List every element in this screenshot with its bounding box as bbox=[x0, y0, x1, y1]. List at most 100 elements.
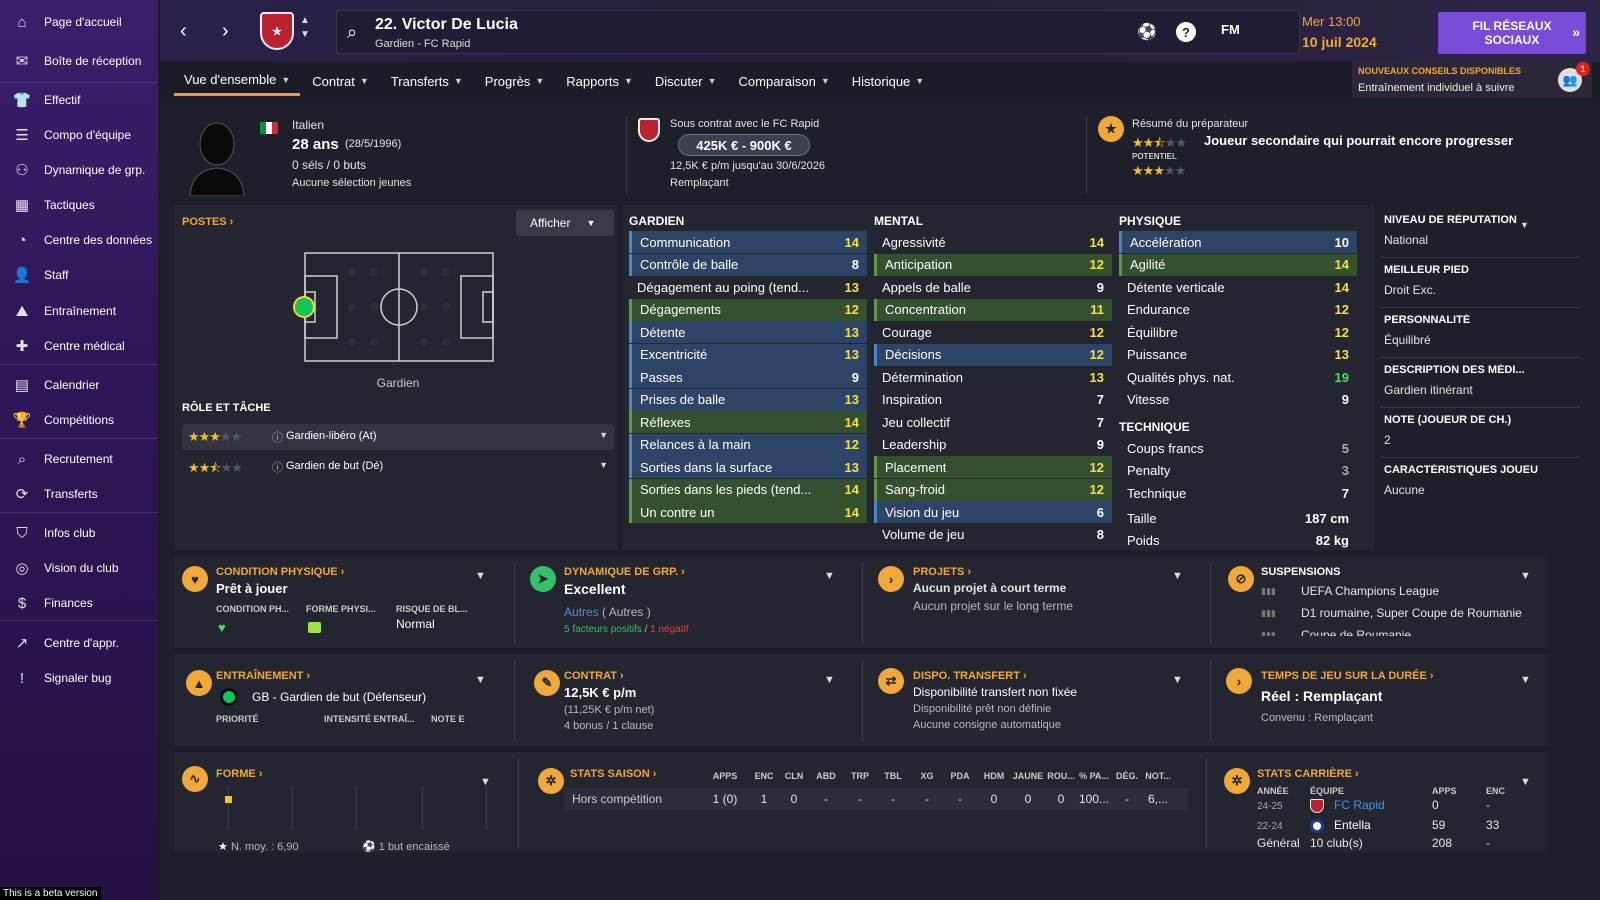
fm-menu-button[interactable]: FM bbox=[1221, 22, 1240, 37]
form-title[interactable]: FORME › bbox=[216, 768, 262, 780]
chevron-down-icon[interactable]: ▼ bbox=[1520, 674, 1531, 686]
search-icon[interactable]: ⌕ bbox=[347, 22, 357, 43]
attribute-row[interactable]: Vision du jeu 6 bbox=[874, 501, 1112, 523]
form-rating-point[interactable] bbox=[225, 796, 232, 803]
career-stats-title[interactable]: STATS CARRIÈRE › bbox=[1257, 768, 1359, 780]
sidebar-item-scouting[interactable]: ⌕ Recrutement bbox=[0, 442, 158, 476]
attribute-row[interactable]: Équilibre 12 bbox=[1119, 321, 1357, 343]
attribute-row[interactable]: Sorties dans la surface 13 bbox=[629, 456, 867, 478]
chevron-down-icon[interactable]: ▼ bbox=[1520, 220, 1529, 230]
attribute-row[interactable]: Vitesse 9 bbox=[1119, 389, 1357, 411]
attribute-row[interactable]: Excentricité 13 bbox=[629, 343, 867, 366]
chevron-down-icon[interactable]: ▼ bbox=[824, 570, 835, 582]
attribute-row[interactable]: Concentration 11 bbox=[874, 298, 1112, 321]
attribute-row[interactable]: Penalty 3 bbox=[1119, 460, 1357, 482]
sidebar-item-finances[interactable]: $ Finances bbox=[0, 586, 158, 620]
projects-title[interactable]: PROJETS › bbox=[913, 566, 971, 578]
attribute-row[interactable]: Détente verticale 14 bbox=[1119, 276, 1357, 298]
attribute-row[interactable]: Dégagements 12 bbox=[629, 298, 867, 321]
sidebar-item-tactics[interactable]: ▦ Tactiques bbox=[0, 188, 158, 222]
season-stat-header[interactable]: % PA... bbox=[1076, 771, 1112, 781]
career-team-link[interactable]: FC Rapid bbox=[1334, 798, 1385, 812]
sidebar-item-lineup[interactable]: ☰ Compo d'équipe bbox=[0, 118, 158, 152]
season-stat-header[interactable]: HDM bbox=[976, 771, 1012, 781]
dynamics-group[interactable]: Autres ( Autres ) bbox=[564, 605, 651, 619]
positions-title[interactable]: POSTES › bbox=[182, 216, 233, 228]
career-team-link[interactable]: Entella bbox=[1334, 818, 1371, 832]
game-date[interactable]: 10 juil 2024 bbox=[1302, 34, 1377, 50]
tab-3[interactable]: Progrès ▼ bbox=[475, 66, 554, 96]
attribute-row[interactable]: Passes 9 bbox=[629, 366, 867, 388]
training-title[interactable]: ENTRAÎNEMENT › bbox=[216, 670, 310, 682]
chevron-down-icon[interactable]: ▼ bbox=[599, 460, 608, 470]
season-stat-header[interactable]: XG bbox=[909, 771, 945, 781]
sidebar-item-squad[interactable]: 👕 Effectif bbox=[0, 83, 158, 117]
tab-5[interactable]: Discuter ▼ bbox=[645, 66, 727, 96]
tab-4[interactable]: Rapports ▼ bbox=[556, 66, 643, 96]
transfer-title[interactable]: DISPO. TRANSFERT › bbox=[913, 670, 1027, 682]
attribute-row[interactable]: Détente 13 bbox=[629, 321, 867, 343]
advice-notification[interactable]: NOUVEAUX CONSEILS DISPONIBLES Entraîneme… bbox=[1352, 62, 1592, 98]
sidebar-item-club-info[interactable]: ⛉ Infos club bbox=[0, 516, 158, 550]
show-dropdown[interactable]: Afficher ▼ bbox=[516, 210, 614, 236]
dynamics-title[interactable]: DYNAMIQUE DE GRP. › bbox=[564, 566, 685, 578]
info-icon[interactable]: ⓘ bbox=[272, 429, 283, 445]
attribute-row[interactable]: Technique 7 bbox=[1119, 482, 1357, 504]
sidebar-item-bug-report[interactable]: ! Signaler bug bbox=[0, 661, 158, 695]
attribute-row[interactable]: Leadership 9 bbox=[874, 434, 1112, 456]
tab-6[interactable]: Comparaison ▼ bbox=[729, 66, 840, 96]
attribute-row[interactable]: Contrôle de balle 8 bbox=[629, 253, 867, 276]
attribute-row[interactable]: Endurance 12 bbox=[1119, 299, 1357, 321]
tab-2[interactable]: Transferts ▼ bbox=[381, 66, 473, 96]
help-icon[interactable]: ? bbox=[1176, 22, 1196, 42]
season-stat-header[interactable]: APPS bbox=[707, 771, 743, 781]
attribute-row[interactable]: Placement 12 bbox=[874, 456, 1112, 478]
attribute-row[interactable]: Prises de balle 13 bbox=[629, 388, 867, 411]
attribute-row[interactable]: Agilité 14 bbox=[1119, 253, 1357, 276]
sidebar-item-inbox[interactable]: ✉ Boîte de réception bbox=[0, 44, 158, 78]
attribute-row[interactable]: Sorties dans les pieds (tend... 14 bbox=[629, 478, 867, 501]
attribute-row[interactable]: Courage 12 bbox=[874, 321, 1112, 343]
player-switch-arrows-icon[interactable]: ▲ ▼ bbox=[300, 14, 310, 42]
season-stat-header[interactable]: PDA bbox=[942, 771, 978, 781]
attribute-row[interactable]: Relances à la main 12 bbox=[629, 433, 867, 456]
globe-icon[interactable]: ⚽ bbox=[1137, 22, 1157, 42]
sidebar-item-transfers[interactable]: ⟳ Transferts bbox=[0, 477, 158, 511]
season-stat-header[interactable]: ABD bbox=[808, 771, 844, 781]
chevron-down-icon[interactable]: ▼ bbox=[824, 674, 835, 686]
club-badge-icon[interactable]: ★ bbox=[260, 12, 294, 50]
season-stat-header[interactable]: JAUNE bbox=[1010, 771, 1046, 781]
sidebar-item-club-vision[interactable]: ◎ Vision du club bbox=[0, 551, 158, 585]
sidebar-item-home[interactable]: ⌂ Page d'accueil bbox=[0, 5, 158, 39]
season-stat-header[interactable]: TBL bbox=[875, 771, 911, 781]
dynamics-factors[interactable]: 5 facteurs positifs / 1 négatif bbox=[564, 624, 689, 635]
sidebar-item-medical[interactable]: ✚ Centre médical bbox=[0, 329, 158, 363]
role-row-2[interactable]: ★★⯪★★ ⓘ Gardien de but (Dé) ▼ bbox=[182, 454, 614, 480]
sidebar-item-dev-centre[interactable]: ↗ Centre d'appr. bbox=[0, 626, 158, 660]
attribute-row[interactable]: Communication 14 bbox=[629, 231, 867, 253]
sidebar-item-training[interactable]: ⛰ Entraînement bbox=[0, 294, 158, 328]
forward-arrow-icon[interactable]: › bbox=[222, 20, 229, 43]
info-icon[interactable]: ⓘ bbox=[272, 459, 283, 475]
playtime-title[interactable]: TEMPS DE JEU SUR LA DURÉE › bbox=[1261, 670, 1434, 682]
chevron-down-icon[interactable]: ▼ bbox=[1520, 776, 1531, 788]
chevron-down-icon[interactable]: ▼ bbox=[1520, 570, 1531, 582]
attribute-row[interactable]: Qualités phys. nat. 19 bbox=[1119, 366, 1357, 388]
sidebar-item-calendar[interactable]: ▤ Calendrier bbox=[0, 368, 158, 402]
tab-1[interactable]: Contrat ▼ bbox=[302, 66, 379, 96]
tab-7[interactable]: Historique ▼ bbox=[842, 66, 934, 96]
chevron-down-icon[interactable]: ▼ bbox=[599, 430, 608, 440]
season-stat-header[interactable]: NOT... bbox=[1140, 771, 1176, 781]
attribute-row[interactable]: Volume de jeu 8 bbox=[874, 524, 1112, 546]
attribute-row[interactable]: Anticipation 12 bbox=[874, 253, 1112, 276]
attribute-row[interactable]: Décisions 12 bbox=[874, 343, 1112, 366]
attribute-row[interactable]: Réflexes 14 bbox=[629, 411, 867, 433]
sidebar-item-staff[interactable]: 👤 Staff bbox=[0, 258, 158, 292]
social-feed-button[interactable]: FIL RÉSEAUX SOCIAUX » bbox=[1438, 12, 1586, 54]
attribute-row[interactable]: Inspiration 7 bbox=[874, 389, 1112, 411]
season-stat-header[interactable]: TRP bbox=[842, 771, 878, 781]
chevron-down-icon[interactable]: ▼ bbox=[1172, 674, 1183, 686]
attribute-row[interactable]: Coups francs 5 bbox=[1119, 437, 1357, 459]
chevron-down-icon[interactable]: ▼ bbox=[1172, 570, 1183, 582]
attribute-row[interactable]: Accélération 10 bbox=[1119, 231, 1357, 253]
